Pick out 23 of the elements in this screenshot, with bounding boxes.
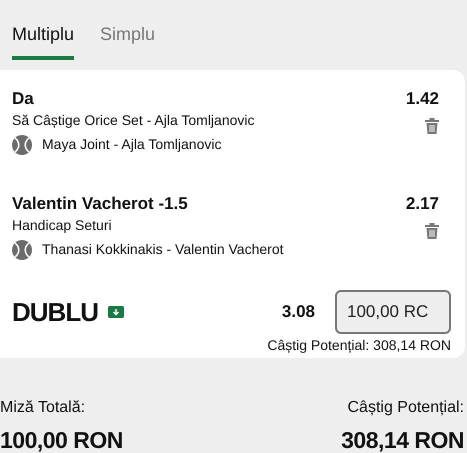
potential-win: Câștig Potențial: 308,14 RON [267, 336, 451, 355]
odds: 1.42 [406, 88, 439, 110]
stake-field[interactable]: 100,00 RC [335, 290, 451, 334]
event-name: Thanasi Kokkinakis - Valentin Vacherot [42, 240, 284, 259]
market-name: Handicap Seturi [12, 216, 113, 235]
market-name: Să Câștige Orice Set - Ajla Tomljanovic [12, 111, 255, 130]
tab[interactable]: Simplu [100, 20, 156, 60]
total-odds: 3.08 [282, 301, 315, 324]
selection-pick: Valentin Vacherot -1.5 [12, 193, 189, 215]
selection-pick: Da [12, 88, 35, 110]
potential-win-value: 308,14 RON [341, 429, 464, 452]
tennis-ball-icon [12, 240, 32, 260]
odds: 2.17 [406, 193, 439, 215]
tennis-ball-icon [12, 134, 32, 154]
total-stake-label: Miză Totală: [0, 398, 86, 418]
potential-win-label: Câștig Potențial: [347, 398, 464, 418]
tab[interactable]: Multiplu [12, 20, 74, 60]
bet-type: DUBLU [12, 299, 98, 325]
trash-icon[interactable] [425, 118, 439, 134]
download-icon [108, 306, 124, 318]
event-name: Maya Joint - Ajla Tomljanovic [42, 135, 222, 154]
trash-icon[interactable] [425, 223, 439, 239]
total-stake-value: 100,00 RON [0, 429, 123, 452]
